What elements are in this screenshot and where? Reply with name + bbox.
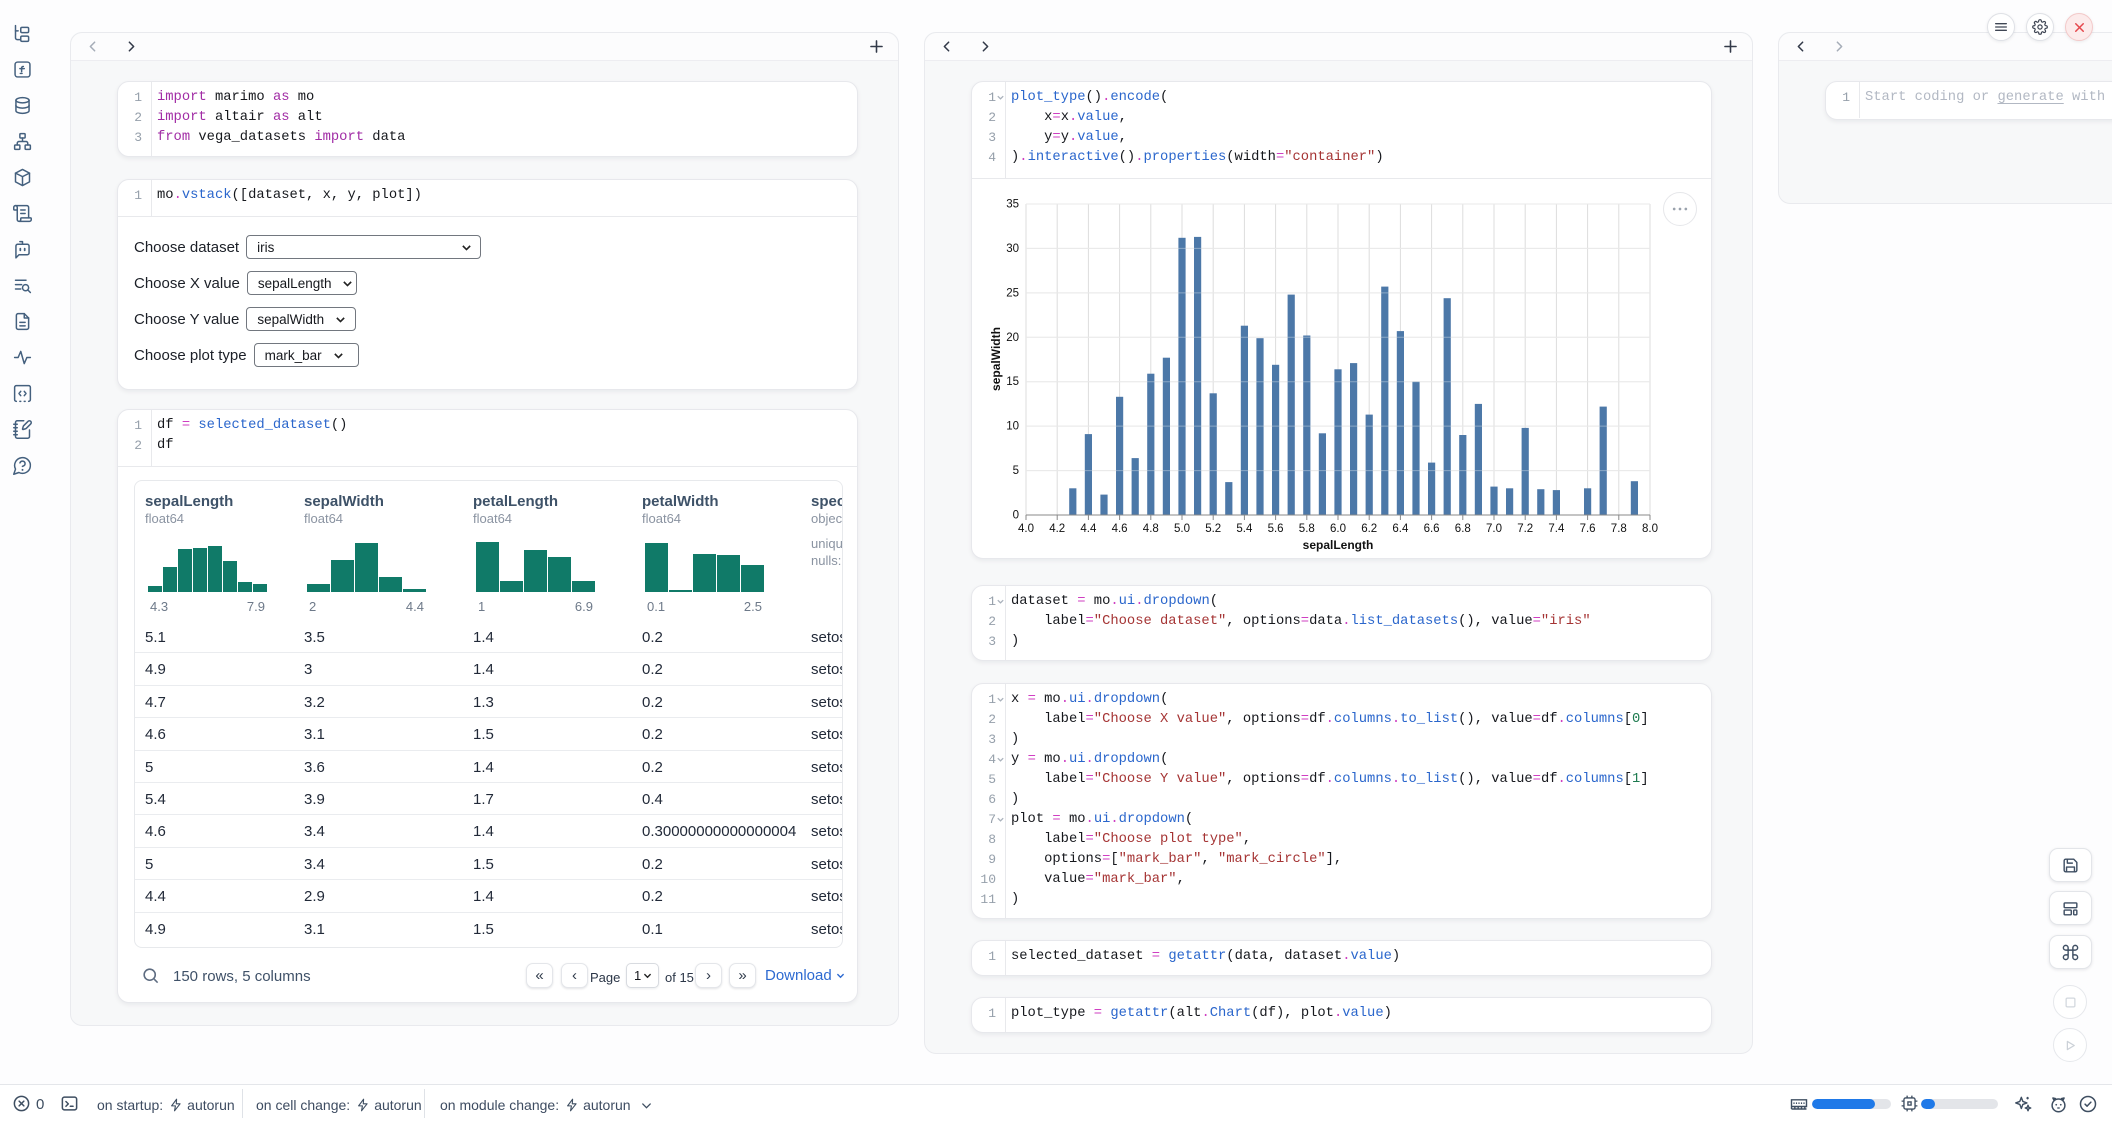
svg-text:5.0: 5.0 [1174,523,1190,535]
svg-text:6.2: 6.2 [1361,523,1377,535]
svg-text:6.6: 6.6 [1424,523,1440,535]
svg-text:25: 25 [1006,287,1019,299]
svg-text:7.4: 7.4 [1548,523,1565,535]
svg-text:5.4: 5.4 [1236,523,1253,535]
svg-text:6.0: 6.0 [1330,523,1346,535]
svg-text:35: 35 [1006,199,1019,211]
svg-text:5: 5 [1013,465,1019,477]
svg-text:30: 30 [1006,243,1019,255]
svg-text:8.0: 8.0 [1642,523,1658,535]
svg-text:6.4: 6.4 [1392,523,1409,535]
svg-text:7.6: 7.6 [1580,523,1596,535]
svg-text:4.2: 4.2 [1049,523,1065,535]
svg-text:4.8: 4.8 [1143,523,1159,535]
svg-text:0: 0 [1013,510,1019,522]
svg-text:4.0: 4.0 [1018,523,1034,535]
svg-text:15: 15 [1006,376,1019,388]
svg-text:5.6: 5.6 [1268,523,1284,535]
svg-text:4.4: 4.4 [1080,523,1097,535]
svg-text:7.8: 7.8 [1611,523,1627,535]
svg-text:7.2: 7.2 [1517,523,1533,535]
svg-text:6.8: 6.8 [1455,523,1471,535]
svg-text:4.6: 4.6 [1112,523,1128,535]
svg-text:20: 20 [1006,332,1019,344]
svg-text:sepalLength: sepalLength [1303,538,1374,552]
svg-text:7.0: 7.0 [1486,523,1502,535]
svg-text:sepalWidth: sepalWidth [989,327,1003,391]
svg-text:10: 10 [1006,421,1019,433]
svg-text:5.8: 5.8 [1299,523,1315,535]
svg-text:5.2: 5.2 [1205,523,1221,535]
